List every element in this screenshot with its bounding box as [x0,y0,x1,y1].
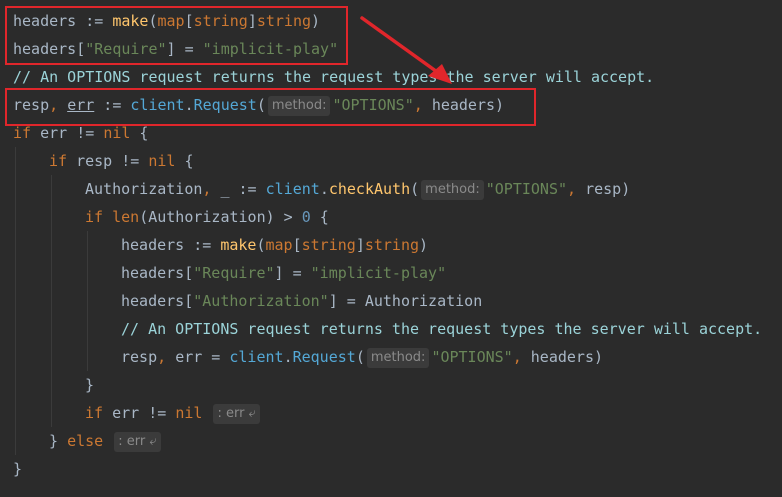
annotation-arrow-icon [360,16,452,84]
code-editor[interactable]: headers := make(map[string]string) header… [0,0,782,497]
